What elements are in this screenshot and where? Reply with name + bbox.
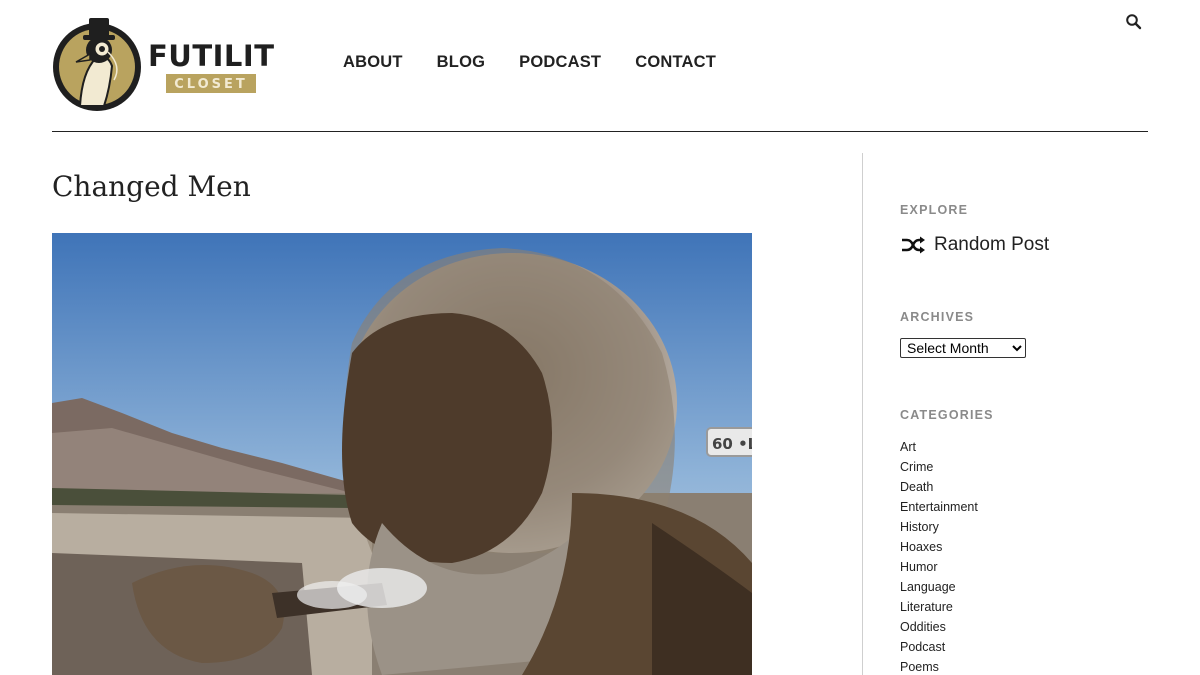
category-entertainment[interactable]: Entertainment [900, 497, 978, 517]
category-crime[interactable]: Crime [900, 457, 978, 477]
category-oddities[interactable]: Oddities [900, 617, 978, 637]
category-history[interactable]: History [900, 517, 978, 537]
archives-widget-title: ARCHIVES [900, 310, 975, 324]
category-literature[interactable]: Literature [900, 597, 978, 617]
archives-month-select[interactable]: Select Month [900, 338, 1026, 358]
site-logo[interactable]: FUTILITY CLOSET [52, 14, 274, 118]
post-title[interactable]: Changed Men [52, 170, 251, 203]
site-header: FUTILITY CLOSET ABOUT BLOG PODCAST CONTA… [52, 0, 1148, 132]
post-featured-image[interactable]: 60 •L [52, 233, 752, 675]
logo-wordmark-bottom: CLOSET [174, 77, 248, 92]
explore-widget-title: EXPLORE [900, 203, 969, 217]
categories-list: Art Crime Death Entertainment History Ho… [900, 437, 978, 675]
category-poems[interactable]: Poems [900, 657, 978, 675]
category-language[interactable]: Language [900, 577, 978, 597]
image-sign-text: 60 •L [712, 435, 752, 453]
nav-contact[interactable]: CONTACT [635, 53, 716, 72]
random-post-label: Random Post [934, 234, 1050, 255]
nav-podcast[interactable]: PODCAST [519, 53, 601, 72]
category-podcast[interactable]: Podcast [900, 637, 978, 657]
category-death[interactable]: Death [900, 477, 978, 497]
random-post-link[interactable]: Random Post [900, 234, 1049, 256]
logo-wordmark-top: FUTILITY [148, 39, 274, 73]
sidebar-divider [862, 153, 863, 675]
categories-widget-title: CATEGORIES [900, 408, 994, 422]
category-art[interactable]: Art [900, 437, 978, 457]
shuffle-icon [902, 236, 925, 254]
main-nav: ABOUT BLOG PODCAST CONTACT [343, 53, 750, 72]
category-humor[interactable]: Humor [900, 557, 978, 577]
nav-blog[interactable]: BLOG [437, 53, 485, 72]
category-hoaxes[interactable]: Hoaxes [900, 537, 978, 557]
search-icon[interactable] [1124, 12, 1144, 32]
nav-about[interactable]: ABOUT [343, 53, 403, 72]
